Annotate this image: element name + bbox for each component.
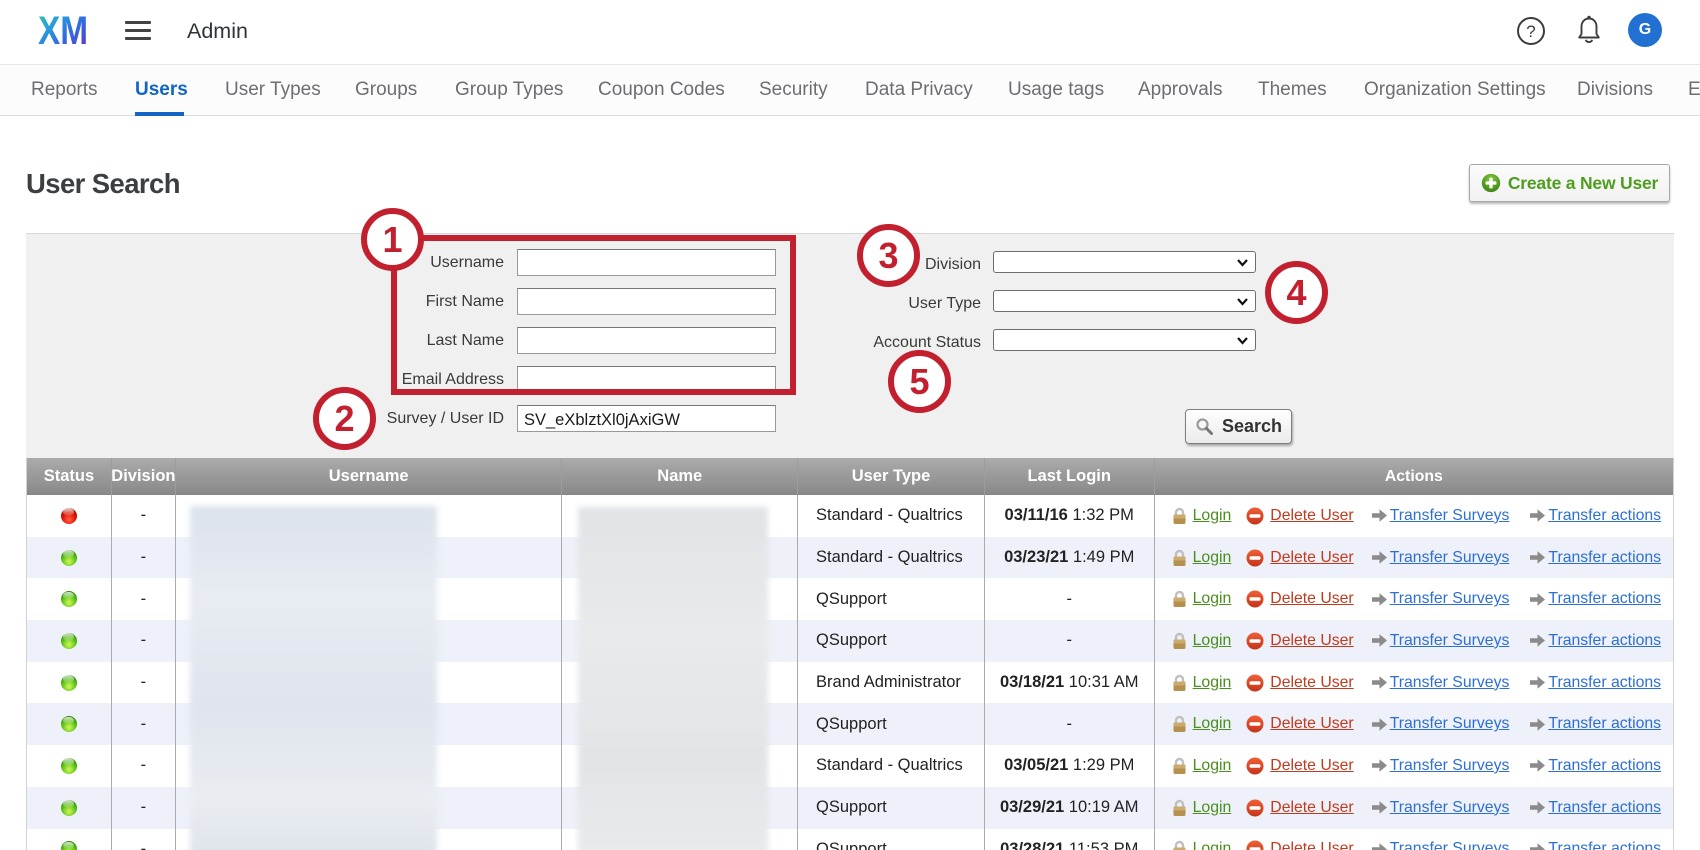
svg-text:XM: XM (38, 13, 88, 46)
svg-text:?: ? (1526, 22, 1535, 41)
